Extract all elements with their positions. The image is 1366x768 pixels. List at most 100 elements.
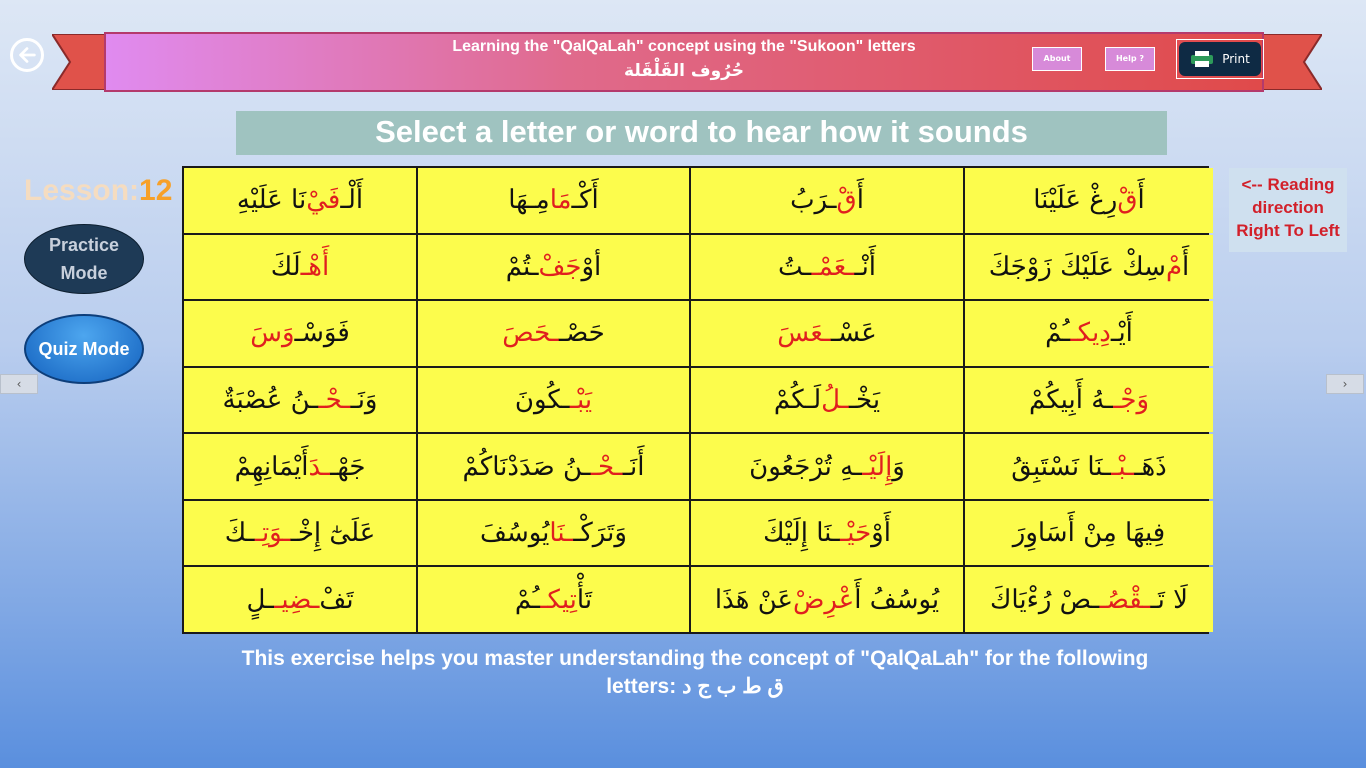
qalqalah-highlight: أَهْـ	[300, 251, 330, 282]
reading-direction-line2: direction	[1252, 198, 1324, 217]
back-button[interactable]	[10, 38, 44, 72]
word-part: وَنَـ	[350, 384, 378, 415]
word-part: نَا عَلَيْهِ	[236, 185, 307, 216]
word-cell[interactable]: عَلَىٰٓ إِخْـ ـوَتِـ ـكَ	[184, 500, 416, 566]
word-part: تَفْ	[319, 584, 354, 615]
word-part: ـهِ تُرْجَعُونَ	[749, 451, 862, 482]
lesson-label: Lesson:	[24, 174, 140, 207]
word-part: ـُمْ	[514, 584, 540, 615]
word-cell[interactable]: أَنْـ ـعَمْـ ـتُ	[691, 234, 963, 300]
print-button[interactable]: Print	[1179, 42, 1261, 76]
quiz-mode-label: Quiz Mode	[38, 338, 130, 359]
word-part: أَوْ	[871, 518, 891, 549]
word-part: ـكَ	[224, 518, 255, 549]
word-cell[interactable]: وَتَرَكْـ ـنَا يُوسُفَ	[418, 500, 689, 566]
word-cell[interactable]: يَخْـ ـلُ لَـكُمْ	[691, 367, 963, 433]
scroll-right-button[interactable]: ›	[1326, 374, 1364, 394]
header-banner: Learning the "QalQaLah" concept using th…	[104, 32, 1264, 92]
qalqalah-highlight: ـعَسَ	[777, 318, 831, 349]
word-part: مِـهَا	[508, 185, 550, 216]
help-button[interactable]: Help ?	[1105, 47, 1155, 71]
print-label: Print	[1222, 52, 1250, 66]
word-part: لَكَ	[270, 251, 301, 282]
word-part: ـتُمْ	[505, 251, 539, 282]
arabic-title: حُرُوف القَلْقَلة	[624, 61, 744, 81]
word-cell[interactable]: أَ قْ رِغْ عَلَيْنَا	[965, 168, 1213, 233]
word-part: رِغْ عَلَيْنَا	[1033, 185, 1118, 216]
scroll-left-button[interactable]: ‹	[0, 374, 38, 394]
word-part: يُوسُفَ	[480, 518, 550, 549]
word-cell[interactable]: فَوَسْـ وَسَ	[184, 301, 416, 366]
reading-direction-line1: <-- Reading	[1241, 175, 1335, 194]
word-cell[interactable]: أَنَـ ـحْـ ـنُ صَدَدْنَاكُمْ	[418, 434, 689, 499]
word-cell[interactable]: لَا تَـ ـقْصُـ ـصْ رُءْيَاكَ	[965, 567, 1213, 632]
word-part: لَا تَـ	[1150, 584, 1188, 615]
word-part: عَسْـ	[830, 318, 877, 349]
printer-icon	[1191, 51, 1214, 67]
footer-note: This exercise helps you master understan…	[190, 645, 1200, 701]
word-part: يَخْـ	[848, 384, 881, 415]
ribbon-left-decoration	[52, 34, 112, 90]
word-part: أَ	[1182, 251, 1190, 282]
arrow-left-icon	[19, 47, 36, 63]
qalqalah-highlight: ـدَ	[308, 451, 330, 482]
quiz-mode-button[interactable]: Quiz Mode	[24, 314, 144, 384]
page-title: Learning the "QalQaLah" concept using th…	[452, 38, 916, 55]
qalqalah-highlight: ـعَمْـ	[811, 251, 854, 282]
word-part: ـلٍ	[246, 584, 274, 615]
qalqalah-highlight: وَجْـ	[1112, 384, 1150, 415]
word-cell[interactable]: وَ إِلَيْـ ـهِ تُرْجَعُونَ	[691, 434, 963, 499]
word-cell[interactable]: يُوسُفُ أَ عْرِضْ عَنْ هَذَا	[691, 567, 963, 632]
word-part: ذَهَـ	[1133, 451, 1167, 482]
word-part: أَيْمَانِهِمْ	[234, 451, 309, 482]
qalqalah-highlight: يَبْـ	[569, 384, 593, 415]
word-cell[interactable]: أَهْـ لَكَ	[184, 234, 416, 300]
word-cell[interactable]: أَ قْ ـرَبُ	[691, 168, 963, 233]
word-cell[interactable]: ذَهَـ ـبْـ ـنَا نَسْتَبِقُ	[965, 434, 1213, 499]
word-part: سِكْ عَلَيْكَ زَوْجَكَ	[988, 251, 1166, 282]
qalqalah-highlight: ـحَصَ	[502, 318, 559, 349]
word-part: جَهْـ	[329, 451, 366, 482]
qalqalah-highlight: ـبْـ	[1110, 451, 1134, 482]
word-cell[interactable]: أَلْـ فَيْ نَا عَلَيْهِ	[184, 168, 416, 233]
word-cell[interactable]: جَهْـ ـدَ أَيْمَانِهِمْ	[184, 434, 416, 499]
word-part: ـصْ رُءْيَاكَ	[990, 584, 1100, 615]
word-cell[interactable]: يَبْـ ـكُونَ	[418, 367, 689, 433]
word-grid: أَلْـ فَيْ نَا عَلَيْهِ أَكْـ مَا مِـهَا أَ قْ ـ…	[182, 166, 1213, 634]
word-part: تَأْ	[576, 584, 593, 615]
word-cell[interactable]: تَأْ تِيكـ ـُمْ	[418, 567, 689, 632]
about-button[interactable]: About	[1032, 47, 1082, 71]
word-cell[interactable]: أَوْ حَيْـ ـنَا إِلَيْكَ	[691, 500, 963, 566]
word-cell[interactable]: وَجْـ ـهُ أَبِيكُمْ	[965, 367, 1213, 433]
word-cell[interactable]: أَكْـ مَا مِـهَا	[418, 168, 689, 233]
word-part: ـنُ عُصْبَةٌ	[222, 384, 319, 415]
word-part: يُوسُفُ أَ	[854, 584, 940, 615]
word-part: أَيْـ	[1110, 318, 1133, 349]
word-cell[interactable]: وَنَـ ـحْـ ـنُ عُصْبَةٌ	[184, 367, 416, 433]
word-cell[interactable]: حَصْـ ـحَصَ	[418, 301, 689, 366]
word-part: ـتُ	[777, 251, 812, 282]
word-part: ـنَا نَسْتَبِقُ	[1011, 451, 1111, 482]
word-cell[interactable]: أَ مْ سِكْ عَلَيْكَ زَوْجَكَ	[965, 234, 1213, 300]
word-part: عَلَىٰٓ إِخْـ	[290, 518, 376, 549]
reading-direction-line3: Right To Left	[1236, 221, 1340, 240]
word-cell[interactable]: فِيهَا مِنْ أَسَاوِرَ	[965, 500, 1213, 566]
word-part: ـرَبُ	[790, 185, 837, 216]
word-part: ـهُ أَبِيكُمْ	[1028, 384, 1113, 415]
word-part: أوْ	[581, 251, 602, 282]
word-cell[interactable]: أَيْـ دِيكـ ـُمْ	[965, 301, 1213, 366]
word-part: أَ	[1137, 185, 1145, 216]
qalqalah-highlight: ـقْصُـ	[1099, 584, 1151, 615]
word-cell[interactable]: أوْ جَفْ ـتُمْ	[418, 234, 689, 300]
word-part: أَنْـ	[853, 251, 877, 282]
word-part: وَتَرَكْـ	[572, 518, 627, 549]
word-cell[interactable]: عَسْـ ـعَسَ	[691, 301, 963, 366]
practice-mode-button[interactable]: Practice Mode	[24, 224, 144, 294]
word-cell[interactable]: تَفْ ـضِيـ ـلٍ	[184, 567, 416, 632]
qalqalah-highlight: حَيْـ	[839, 518, 872, 549]
word-part: ـكُونَ	[514, 384, 570, 415]
qalqalah-highlight: فَيْ	[306, 185, 341, 216]
word-part: ـُمْ	[1045, 318, 1071, 349]
practice-mode-label: Practice Mode	[48, 235, 120, 283]
footer-line2: letters: ق ط ب ج د	[606, 675, 784, 698]
